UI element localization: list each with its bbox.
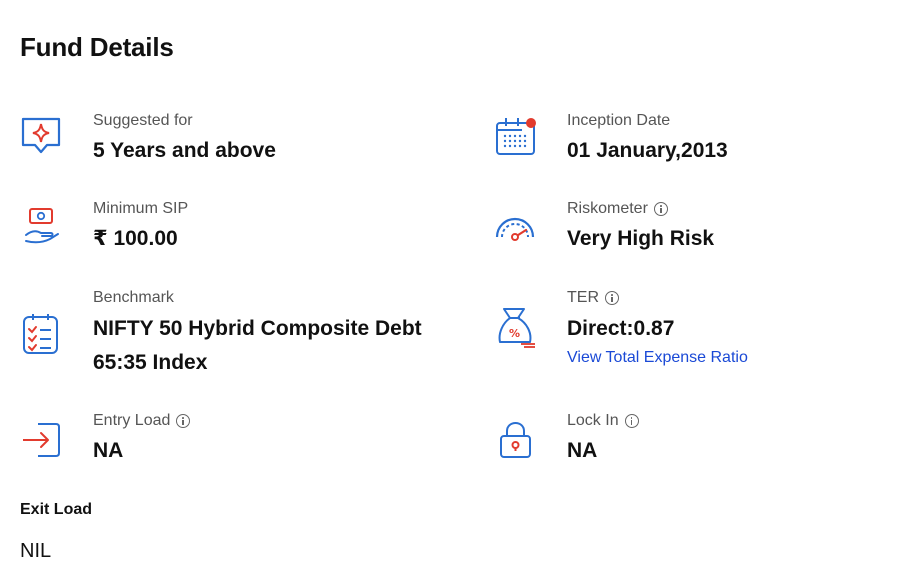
minimum-sip-label: Minimum SIP	[93, 200, 189, 217]
entry-load-item: Entry Load NA	[20, 412, 440, 472]
info-icon[interactable]	[653, 202, 668, 216]
info-icon[interactable]	[605, 291, 619, 305]
ter-label: TER	[567, 289, 599, 306]
info-icon[interactable]	[624, 414, 639, 428]
riskometer-value: Very High Risk	[567, 227, 715, 250]
riskometer-label: Riskometer	[567, 200, 648, 217]
inception-date-item: Inception Date 01 January,2013	[494, 112, 894, 172]
suggested-for-item: Suggested for 5 Years and above	[20, 112, 440, 172]
exit-load-label: Exit Load	[20, 501, 93, 518]
ter-label-row: TER	[567, 289, 619, 307]
exit-load-value: NIL	[20, 540, 52, 562]
ter-value: Direct:0.87	[567, 317, 675, 340]
benchmark-value-line1: NIFTY 50 Hybrid Composite Debt	[93, 317, 422, 340]
benchmark-value-line2: 65:35 Index	[93, 351, 208, 374]
entry-arrow-icon	[20, 420, 64, 464]
diamond-pin-icon	[20, 115, 64, 159]
checklist-icon	[20, 313, 64, 357]
riskometer-item: Riskometer Very High Risk	[494, 200, 894, 260]
benchmark-label: Benchmark	[93, 289, 174, 306]
money-hand-icon	[20, 205, 64, 249]
ter-item: % TER Direct:0.87 View Total Expense Rat…	[494, 289, 894, 374]
benchmark-item: Benchmark NIFTY 50 Hybrid Composite Debt…	[20, 289, 470, 384]
suggested-for-label: Suggested for	[93, 112, 193, 129]
lock-icon	[494, 420, 538, 464]
lock-in-label-row: Lock In	[567, 412, 639, 430]
entry-load-value: NA	[93, 439, 124, 462]
lock-in-item: Lock In NA	[494, 412, 894, 472]
minimum-sip-item: Minimum SIP ₹ 100.00	[20, 200, 440, 260]
inception-date-label: Inception Date	[567, 112, 671, 129]
view-total-expense-ratio-link[interactable]: View Total Expense Ratio	[567, 349, 748, 367]
lock-in-label: Lock In	[567, 412, 619, 429]
gauge-icon	[494, 204, 538, 248]
entry-load-label: Entry Load	[93, 412, 171, 429]
suggested-for-value: 5 Years and above	[93, 139, 276, 162]
info-icon[interactable]	[176, 414, 191, 428]
money-bag-percent-icon: %	[494, 305, 538, 349]
calendar-icon	[494, 114, 538, 158]
minimum-sip-value: ₹ 100.00	[93, 227, 178, 250]
page-title: Fund Details	[20, 32, 174, 62]
svg-text:%: %	[509, 327, 520, 340]
inception-date-value: 01 January,2013	[567, 139, 728, 162]
entry-load-label-row: Entry Load	[93, 412, 191, 430]
lock-in-value: NA	[567, 439, 598, 462]
riskometer-label-row: Riskometer	[567, 200, 668, 218]
